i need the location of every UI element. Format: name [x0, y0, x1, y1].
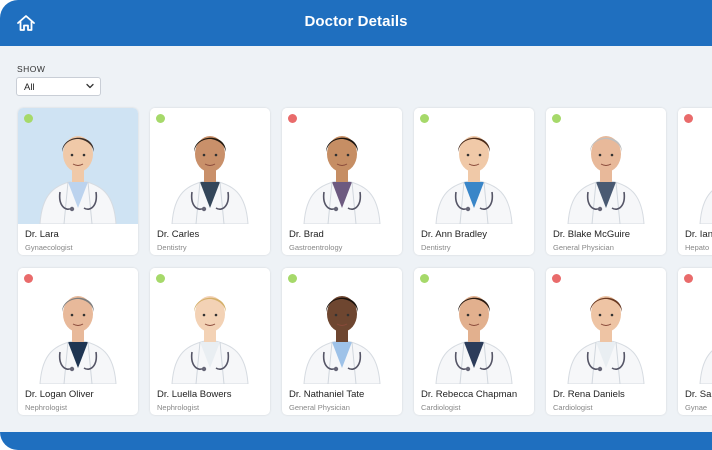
show-filter-label: SHOW [17, 64, 46, 74]
doctor-photo-frame [150, 268, 270, 384]
doctor-photo-frame [282, 268, 402, 384]
doctor-specialty: Dentistry [421, 243, 451, 252]
doctor-specialty: Cardiologist [553, 403, 593, 412]
doctor-name: Dr. Rena Daniels [553, 389, 625, 400]
doctor-photo-frame [414, 268, 534, 384]
doctor-card[interactable]: Dr. Rena Daniels Cardiologist [546, 268, 666, 415]
show-filter-value: All [24, 82, 35, 93]
show-filter-select[interactable]: All [16, 77, 101, 96]
doctor-name: Dr. Lara [25, 229, 59, 240]
doctor-photo [282, 108, 402, 224]
status-indicator [684, 274, 693, 283]
doctor-name: Dr. Sa [685, 389, 712, 400]
status-indicator [288, 114, 297, 123]
doctor-photo [546, 108, 666, 224]
doctor-photo [282, 268, 402, 384]
doctor-name: Dr. Ian [685, 229, 712, 240]
doctor-name: Dr. Blake McGuire [553, 229, 631, 240]
status-indicator [156, 274, 165, 283]
doctor-photo [150, 108, 270, 224]
doctor-card[interactable]: Dr. Blake McGuire General Physician [546, 108, 666, 255]
doctor-specialty: Nephrologist [25, 403, 68, 412]
status-indicator [24, 274, 33, 283]
status-indicator [156, 114, 165, 123]
doctor-card[interactable]: Dr. Luella Bowers Nephrologist [150, 268, 270, 415]
doctor-photo [678, 268, 712, 384]
status-indicator [420, 114, 429, 123]
doctor-photo [18, 108, 138, 224]
doctor-name: Dr. Ann Bradley [421, 229, 488, 240]
doctor-name: Dr. Nathaniel Tate [289, 389, 365, 400]
doctor-name: Dr. Rebecca Chapman [421, 389, 518, 400]
app-frame: Doctor Details SHOW All Dr. Lara Gynaeco… [0, 0, 712, 450]
doctor-card[interactable]: Dr. Ian Hepato [678, 108, 712, 255]
doctor-card[interactable]: Dr. Lara Gynaecologist [18, 108, 138, 255]
doctor-photo [414, 268, 534, 384]
doctor-photo [414, 108, 534, 224]
doctor-grid: Dr. Lara Gynaecologist Dr. Carles Dentis… [18, 108, 712, 418]
doctor-photo-frame [546, 268, 666, 384]
status-indicator [420, 274, 429, 283]
doctor-card[interactable]: Dr. Nathaniel Tate General Physician [282, 268, 402, 415]
doctor-name: Dr. Carles [157, 229, 200, 240]
status-indicator [552, 114, 561, 123]
doctor-card[interactable]: Dr. Brad Gastroentrology [282, 108, 402, 255]
doctor-card[interactable]: Dr. Logan Oliver Nephrologist [18, 268, 138, 415]
doctor-specialty: Nephrologist [157, 403, 200, 412]
doctor-specialty: Dentistry [157, 243, 187, 252]
doctor-specialty: Hepato [685, 243, 710, 252]
doctor-photo [678, 108, 712, 224]
doctor-photo-frame [678, 268, 712, 384]
chevron-down-icon [86, 83, 94, 89]
status-indicator [684, 114, 693, 123]
doctor-specialty: Gynaecologist [25, 243, 73, 252]
page-title: Doctor Details [304, 13, 408, 30]
doctor-card[interactable]: Dr. Ann Bradley Dentistry [414, 108, 534, 255]
doctor-name: Dr. Logan Oliver [25, 389, 94, 400]
doctor-photo [546, 268, 666, 384]
doctor-photo [150, 268, 270, 384]
doctor-card[interactable]: Dr. Sa Gynae [678, 268, 712, 415]
doctor-photo [18, 268, 138, 384]
status-indicator [288, 274, 297, 283]
status-indicator [24, 114, 33, 123]
doctor-name: Dr. Luella Bowers [157, 389, 232, 400]
doctor-specialty: Gynae [685, 403, 708, 412]
doctor-card[interactable]: Dr. Carles Dentistry [150, 108, 270, 255]
doctor-photo-frame [546, 108, 666, 224]
doctor-name: Dr. Brad [289, 229, 324, 240]
doctor-photo-frame [282, 108, 402, 224]
footer-bar [0, 432, 712, 450]
doctor-specialty: General Physician [553, 243, 614, 252]
doctor-specialty: Cardiologist [421, 403, 461, 412]
doctor-photo-frame [150, 108, 270, 224]
doctor-specialty: Gastroentrology [289, 243, 343, 252]
status-indicator [552, 274, 561, 283]
doctor-specialty: General Physician [289, 403, 350, 412]
doctor-photo-frame [414, 108, 534, 224]
doctor-card[interactable]: Dr. Rebecca Chapman Cardiologist [414, 268, 534, 415]
doctor-photo-frame [18, 108, 138, 224]
doctor-photo-frame [18, 268, 138, 384]
header-bar: Doctor Details [0, 0, 712, 46]
doctor-photo-frame [678, 108, 712, 224]
